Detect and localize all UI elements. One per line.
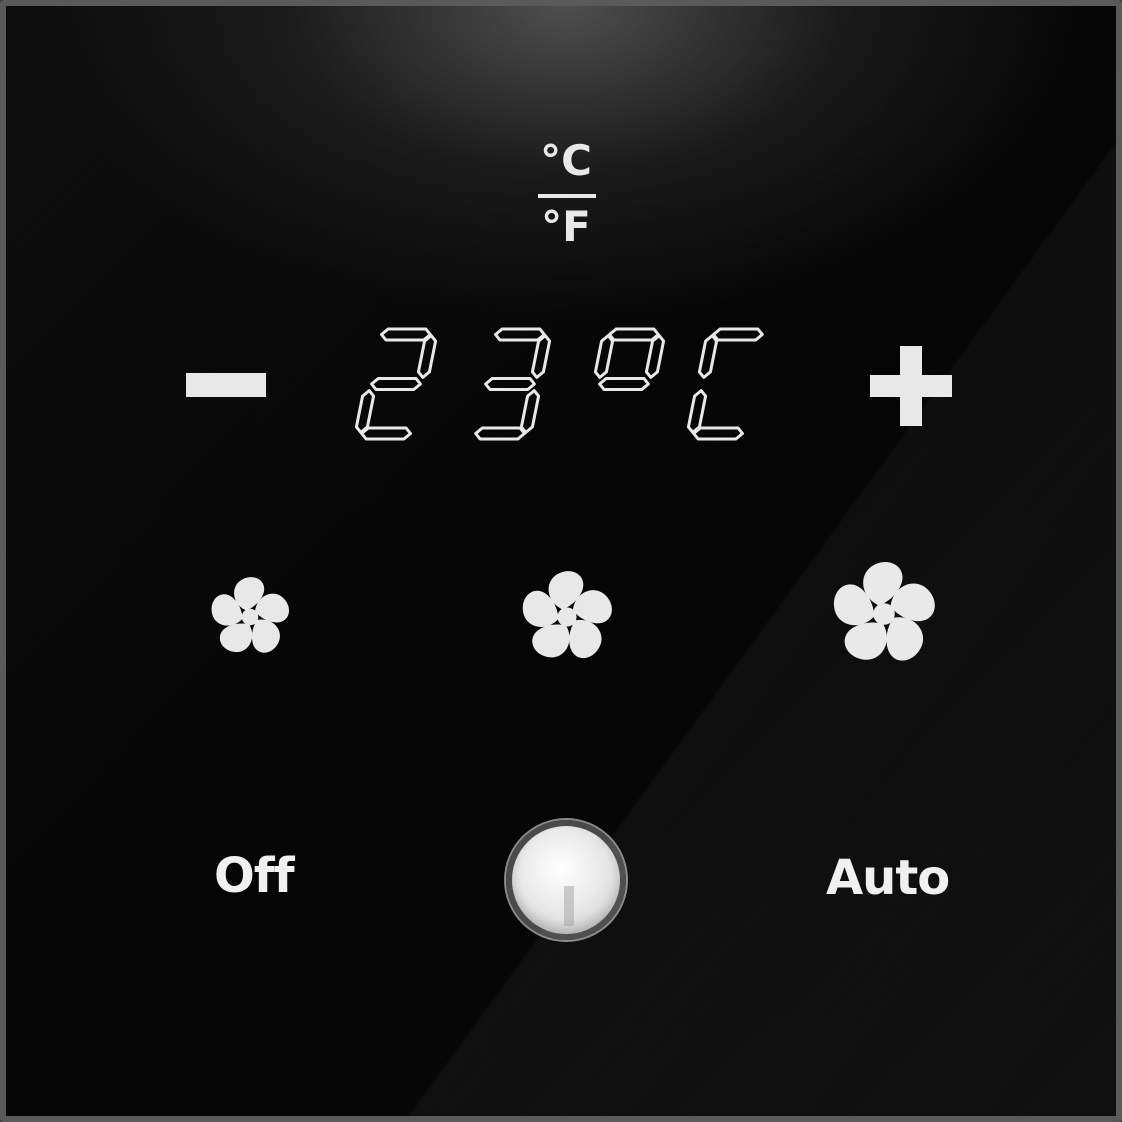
unit-toggle-button[interactable]: °C °F: [526, 134, 606, 264]
digit-segment: [519, 389, 541, 434]
power-knob-button[interactable]: [506, 820, 626, 940]
temperature-display: 23 °C: [346, 311, 786, 461]
fan-low-button[interactable]: [204, 571, 296, 663]
digit-segment: [484, 377, 536, 391]
digit-segment: [494, 327, 546, 342]
seven-segment-readout: [354, 327, 764, 441]
digit-segment: [697, 334, 719, 379]
digit-segment: [474, 426, 526, 441]
decrease-temperature-button[interactable]: [176, 346, 276, 426]
digit-segment: [712, 327, 764, 342]
digit-segment: [686, 389, 708, 434]
digit-segment: [644, 334, 666, 379]
thermostat-panel: °C °F 23 °C Off Auto: [0, 0, 1122, 1122]
increase-temperature-button[interactable]: [856, 336, 966, 436]
plus-icon: [870, 346, 952, 426]
unit-celsius-label: °C: [540, 136, 592, 185]
fan-medium-icon: [522, 571, 612, 659]
digit-segment: [598, 377, 650, 391]
digit-segment: [354, 389, 376, 434]
fan-high-button[interactable]: [824, 554, 944, 674]
digit-segment: [692, 426, 744, 441]
digit-segment: [593, 334, 615, 379]
digit-segment: [380, 327, 432, 342]
unit-divider: [538, 194, 596, 198]
minus-icon: [186, 373, 266, 397]
digit-segment: [416, 334, 438, 379]
fan-high-icon: [834, 562, 935, 661]
knob-indicator: [564, 886, 574, 926]
fan-medium-button[interactable]: [514, 564, 620, 670]
digit-segment: [608, 327, 660, 342]
digit-segment: [360, 426, 412, 441]
digit-segment: [370, 377, 422, 391]
unit-fahrenheit-label: °F: [541, 202, 591, 251]
fan-low-icon: [211, 577, 289, 653]
off-button[interactable]: Off: [214, 852, 295, 900]
auto-button[interactable]: Auto: [826, 854, 950, 902]
digit-segment: [530, 334, 552, 379]
